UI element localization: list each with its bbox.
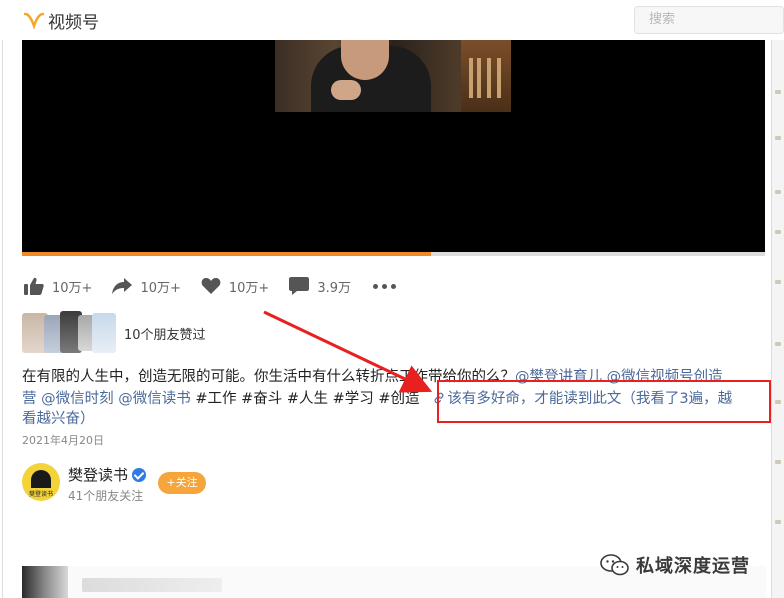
post-date: 2021年4月20日 xyxy=(22,434,104,447)
video-frame xyxy=(275,40,511,112)
speaker-hand xyxy=(331,80,361,100)
comment-button[interactable]: 3.9万 xyxy=(289,277,351,296)
friends-liked-text: 10个朋友赞过 xyxy=(124,327,206,343)
favorite-count: 10万+ xyxy=(228,280,270,296)
mention-wechat-read[interactable]: @微信读书 xyxy=(118,391,191,407)
hashtags[interactable]: #工作 #奋斗 #人生 #学习 #创造 xyxy=(195,391,419,407)
search-input[interactable]: 搜索 xyxy=(634,6,784,34)
top-header: 视频号 搜索 xyxy=(0,0,784,40)
share-count: 10万+ xyxy=(140,280,181,296)
like-count: 10万+ xyxy=(52,280,93,296)
account-logo-text: 樊登读书 xyxy=(28,491,53,498)
account-avatar[interactable]: 樊登读书 xyxy=(22,463,60,501)
right-side-strip xyxy=(772,40,784,598)
blurred-avatar xyxy=(22,566,68,598)
bookshelf-image xyxy=(461,40,511,112)
video-progress-fill xyxy=(22,252,431,256)
account-name: 樊登读书 xyxy=(68,466,129,484)
mention-wechat-moments[interactable]: @微信时刻 xyxy=(41,391,114,407)
heart-icon xyxy=(201,277,221,294)
video-progress-bar[interactable] xyxy=(22,252,765,256)
account-logo-icon xyxy=(31,470,51,488)
thumb-up-icon xyxy=(24,277,44,295)
like-button[interactable]: 10万+ xyxy=(24,277,92,296)
post-text-line3: 看越兴奋） xyxy=(22,408,95,430)
follow-button[interactable]: +关注 xyxy=(158,472,206,494)
account-name-row[interactable]: 樊登读书 xyxy=(68,464,147,485)
channels-logo-icon xyxy=(24,12,44,30)
app-name: 视频号 xyxy=(48,13,99,33)
favorite-button[interactable]: 10万+ xyxy=(201,277,269,296)
more-options-icon[interactable] xyxy=(373,283,396,289)
friends-liked-row[interactable]: 10个朋友赞过 xyxy=(22,311,206,355)
article-link-text-cont[interactable]: 看越兴奋） xyxy=(22,411,95,427)
blurred-name xyxy=(82,578,222,592)
share-button[interactable]: 10万+ xyxy=(112,277,181,296)
watermark-text: 私域深度运营 xyxy=(636,556,750,577)
share-icon xyxy=(112,278,133,294)
comment-icon xyxy=(289,277,310,295)
video-player[interactable] xyxy=(22,40,765,252)
mention-continuation[interactable]: 营 xyxy=(22,391,37,407)
highlight-box xyxy=(437,380,771,423)
wechat-icon xyxy=(600,554,629,576)
app-logo[interactable]: 视频号 xyxy=(24,8,99,33)
panel-left-border xyxy=(2,40,3,598)
friend-avatars xyxy=(22,311,116,355)
account-followers: 41个朋友关注 xyxy=(68,489,144,503)
watermark: 私域深度运营 xyxy=(600,552,750,578)
action-bar: 10万+ 10万+ 10万+ 3.9万 xyxy=(24,274,396,298)
comment-count: 3.9万 xyxy=(317,280,351,296)
verified-badge-icon xyxy=(132,467,147,482)
